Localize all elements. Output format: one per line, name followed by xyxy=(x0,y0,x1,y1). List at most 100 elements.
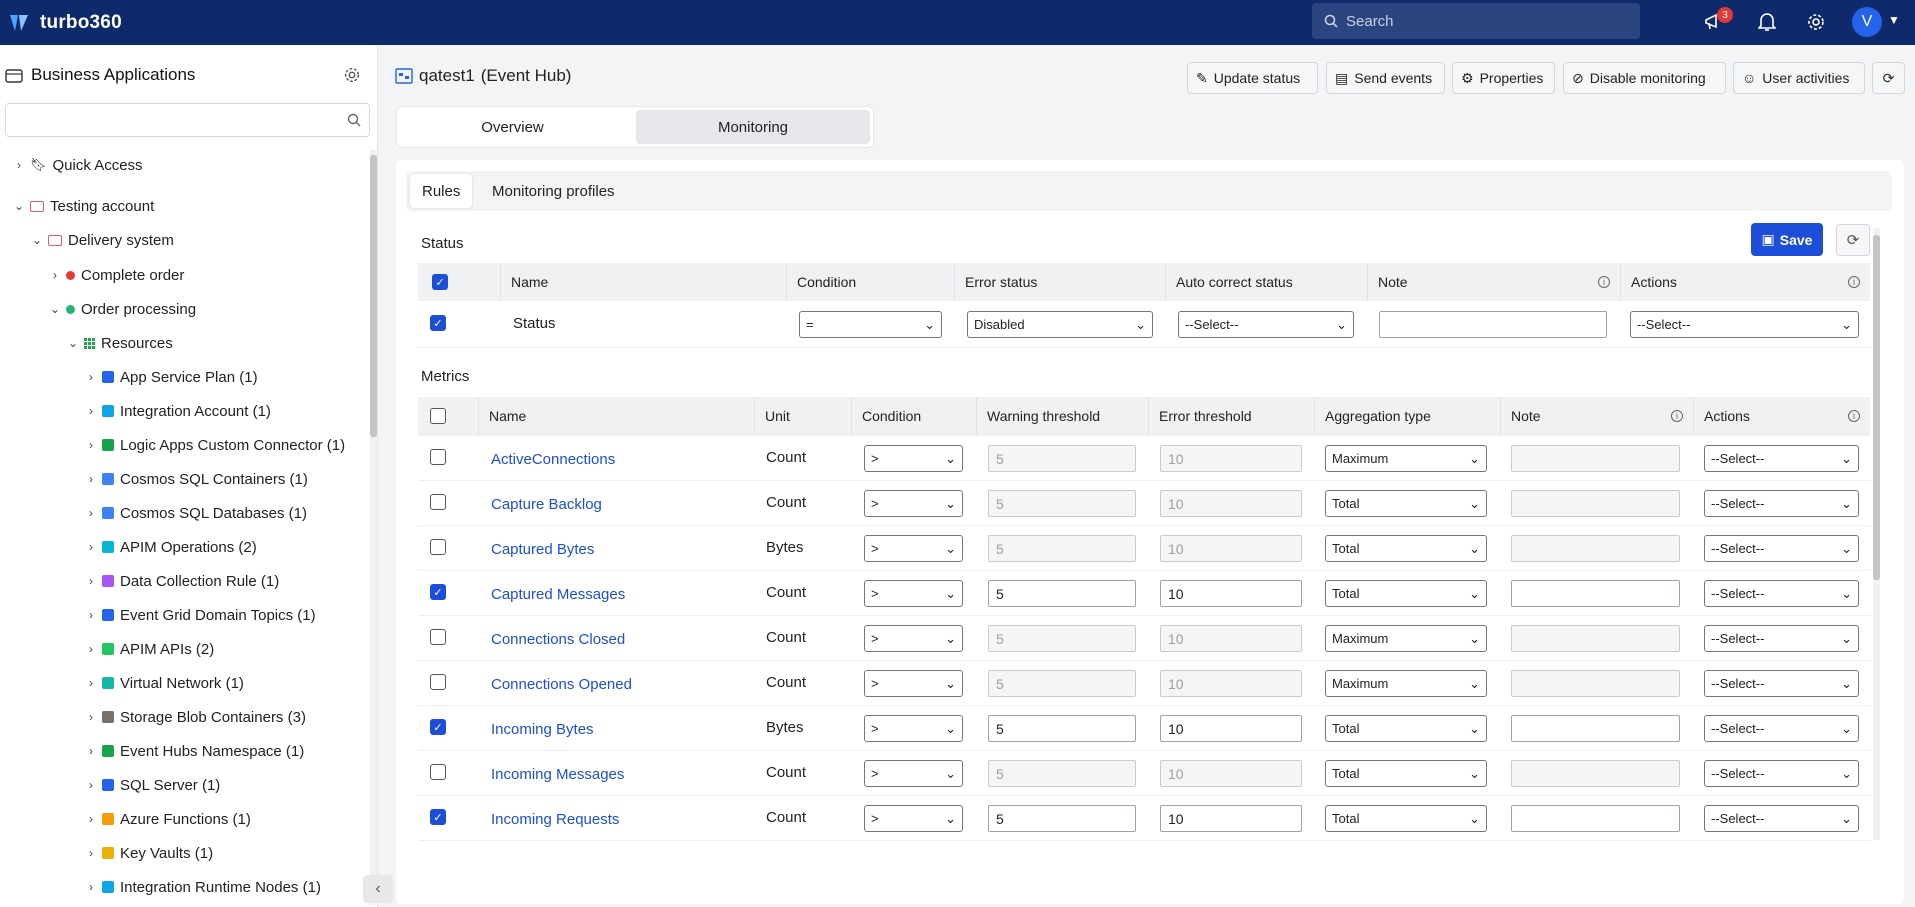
chevron-right-icon[interactable]: › xyxy=(86,642,96,656)
error-threshold-input[interactable]: 10 xyxy=(1160,715,1302,742)
warning-threshold-input[interactable]: 5 xyxy=(988,670,1136,697)
error-threshold-input[interactable]: 10 xyxy=(1160,445,1302,472)
metric-row-checkbox[interactable]: ✓ xyxy=(430,719,446,735)
app-logo[interactable]: turbo360 xyxy=(8,12,122,34)
resource-tree-item[interactable]: › App Service Plan (1) xyxy=(86,365,258,389)
tab-overview[interactable]: Overview xyxy=(400,110,625,144)
chevron-down-icon[interactable]: ▼ xyxy=(1888,13,1900,27)
tab-monitoring[interactable]: Monitoring xyxy=(636,110,870,144)
error-threshold-input[interactable]: 10 xyxy=(1160,670,1302,697)
testing-account-item[interactable]: ⌄ Testing account xyxy=(14,194,154,218)
sidebar-search-input[interactable] xyxy=(5,103,370,137)
chevron-right-icon[interactable]: › xyxy=(14,158,24,172)
warning-threshold-input[interactable]: 5 xyxy=(988,580,1136,607)
aggregation-type-select[interactable]: Total ⌄ xyxy=(1325,715,1487,742)
metric-note-input[interactable] xyxy=(1511,805,1680,832)
resources-item[interactable]: ⌄ Resources xyxy=(68,331,173,355)
resource-tree-item[interactable]: › Azure Functions (1) xyxy=(86,807,251,831)
save-button[interactable]: ▣ Save xyxy=(1751,223,1823,256)
aggregation-type-select[interactable]: Maximum ⌄ xyxy=(1325,625,1487,652)
resource-tree-item[interactable]: › APIM APIs (2) xyxy=(86,637,214,661)
metric-name-link[interactable]: ActiveConnections xyxy=(491,451,615,468)
resource-tree-item[interactable]: › Key Vaults (1) xyxy=(86,841,213,865)
metric-row-checkbox[interactable] xyxy=(430,674,446,690)
chevron-right-icon[interactable]: › xyxy=(86,472,96,486)
table-scrollbar-thumb[interactable] xyxy=(1873,235,1880,580)
metric-note-input[interactable] xyxy=(1511,445,1680,472)
error-threshold-input[interactable]: 10 xyxy=(1160,535,1302,562)
info-icon[interactable]: i xyxy=(1848,276,1860,288)
resource-tree-item[interactable]: › Cosmos SQL Containers (1) xyxy=(86,467,308,491)
metric-condition-select[interactable]: > ⌄ xyxy=(864,580,963,607)
chevron-right-icon[interactable]: › xyxy=(86,778,96,792)
select-all-status-checkbox[interactable]: ✓ xyxy=(432,274,448,290)
resource-tree-item[interactable]: › SQL Server (1) xyxy=(86,773,220,797)
error-threshold-input[interactable]: 10 xyxy=(1160,805,1302,832)
chevron-down-icon[interactable]: ⌄ xyxy=(50,302,60,316)
chevron-right-icon[interactable]: › xyxy=(86,574,96,588)
resource-tree-item[interactable]: › Storage Blob Containers (3) xyxy=(86,705,306,729)
resource-tree-item[interactable]: › Virtual Network (1) xyxy=(86,671,244,695)
metric-condition-select[interactable]: > ⌄ xyxy=(864,715,963,742)
chevron-right-icon[interactable]: › xyxy=(86,710,96,724)
chevron-right-icon[interactable]: › xyxy=(86,506,96,520)
warning-threshold-input[interactable]: 5 xyxy=(988,625,1136,652)
chevron-right-icon[interactable]: › xyxy=(86,812,96,826)
chevron-right-icon[interactable]: › xyxy=(86,438,96,452)
send-events-button[interactable]: ▤ Send events xyxy=(1326,62,1445,94)
resource-tree-item[interactable]: › Cosmos SQL Databases (1) xyxy=(86,501,307,525)
aggregation-type-select[interactable]: Total ⌄ xyxy=(1325,760,1487,787)
chevron-right-icon[interactable]: › xyxy=(86,540,96,554)
error-status-select[interactable]: Disabled ⌄ xyxy=(967,311,1153,338)
metric-condition-select[interactable]: > ⌄ xyxy=(864,490,963,517)
collapse-sidebar-button[interactable]: ‹ xyxy=(363,875,393,903)
metric-row-checkbox[interactable] xyxy=(430,764,446,780)
user-activities-button[interactable]: ☺ User activities xyxy=(1733,62,1865,94)
update-status-button[interactable]: ✎ Update status xyxy=(1187,62,1318,94)
resource-tree-item[interactable]: › Logic Apps Custom Connector (1) xyxy=(86,433,345,457)
info-icon[interactable]: i xyxy=(1671,410,1683,422)
order-processing-item[interactable]: ⌄ Order processing xyxy=(50,297,196,321)
metric-condition-select[interactable]: > ⌄ xyxy=(864,535,963,562)
metric-row-checkbox[interactable]: ✓ xyxy=(430,584,446,600)
select-all-metrics-checkbox[interactable] xyxy=(430,408,446,424)
resource-tree-item[interactable]: › Event Grid Domain Topics (1) xyxy=(86,603,316,627)
status-note-input[interactable] xyxy=(1379,311,1607,338)
sidebar-scrollbar-thumb[interactable] xyxy=(370,155,377,437)
sidebar-settings-gear-icon[interactable] xyxy=(343,66,361,88)
aggregation-type-select[interactable]: Total ⌄ xyxy=(1325,805,1487,832)
chevron-right-icon[interactable]: › xyxy=(86,404,96,418)
complete-order-item[interactable]: › Complete order xyxy=(50,263,184,287)
metric-actions-select[interactable]: --Select-- ⌄ xyxy=(1704,580,1859,607)
metric-actions-select[interactable]: --Select-- ⌄ xyxy=(1704,760,1859,787)
metric-condition-select[interactable]: > ⌄ xyxy=(864,805,963,832)
settings-button[interactable] xyxy=(1804,10,1828,34)
metric-note-input[interactable] xyxy=(1511,625,1680,652)
rules-refresh-button[interactable]: ⟳ xyxy=(1836,224,1870,256)
chevron-right-icon[interactable]: › xyxy=(86,846,96,860)
chevron-right-icon[interactable]: › xyxy=(86,880,96,894)
properties-button[interactable]: ⚙ Properties xyxy=(1452,62,1555,94)
error-threshold-input[interactable]: 10 xyxy=(1160,490,1302,517)
aggregation-type-select[interactable]: Total ⌄ xyxy=(1325,535,1487,562)
chevron-right-icon[interactable]: › xyxy=(86,608,96,622)
metric-note-input[interactable] xyxy=(1511,670,1680,697)
aggregation-type-select[interactable]: Total ⌄ xyxy=(1325,580,1487,607)
metric-actions-select[interactable]: --Select-- ⌄ xyxy=(1704,445,1859,472)
warning-threshold-input[interactable]: 5 xyxy=(988,760,1136,787)
status-actions-select[interactable]: --Select-- ⌄ xyxy=(1630,311,1859,338)
metric-note-input[interactable] xyxy=(1511,715,1680,742)
metric-name-link[interactable]: Captured Messages xyxy=(491,586,625,603)
subtab-monitoring-profiles[interactable]: Monitoring profiles xyxy=(480,174,627,208)
metric-actions-select[interactable]: --Select-- ⌄ xyxy=(1704,535,1859,562)
metric-actions-select[interactable]: --Select-- ⌄ xyxy=(1704,490,1859,517)
metric-condition-select[interactable]: > ⌄ xyxy=(864,625,963,652)
info-icon[interactable]: i xyxy=(1598,276,1610,288)
metric-actions-select[interactable]: --Select-- ⌄ xyxy=(1704,805,1859,832)
metric-name-link[interactable]: Connections Opened xyxy=(491,676,632,693)
quick-access-item[interactable]: › 🔖︎ Quick Access xyxy=(14,153,143,177)
metric-name-link[interactable]: Incoming Messages xyxy=(491,766,624,783)
resource-tree-item[interactable]: › Event Hubs Namespace (1) xyxy=(86,739,304,763)
resource-tree-item[interactable]: › APIM Operations (2) xyxy=(86,535,257,559)
warning-threshold-input[interactable]: 5 xyxy=(988,445,1136,472)
